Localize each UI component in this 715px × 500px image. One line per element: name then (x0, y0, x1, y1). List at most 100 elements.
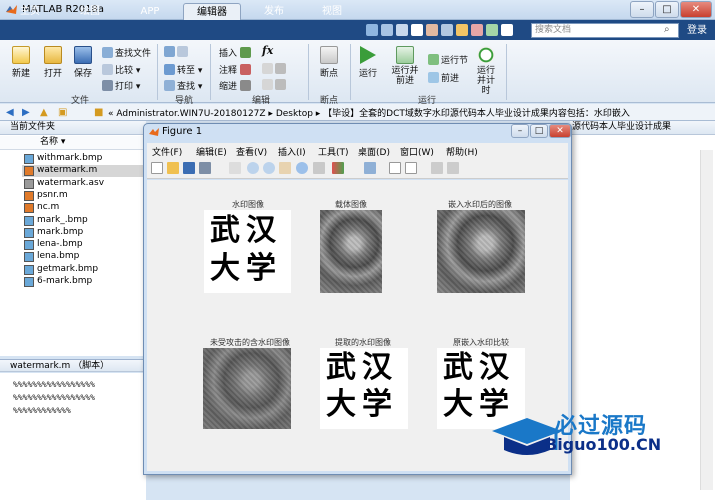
menu-view[interactable]: 查看(V) (236, 145, 267, 158)
browse-folder-icon[interactable]: ▣ (58, 107, 69, 118)
colorbar-icon[interactable] (389, 162, 401, 174)
quick-access-icon[interactable] (396, 24, 408, 36)
menu-window[interactable]: 窗口(W) (400, 145, 434, 158)
command-scrollbar[interactable] (700, 150, 713, 490)
run-advance-button[interactable]: 运行并前进 (388, 46, 422, 86)
file-name[interactable]: getmark.bmp (37, 264, 98, 274)
up-folder-icon[interactable]: ▲ (40, 107, 51, 118)
column-header-name[interactable]: 名称 ▾ (0, 136, 146, 150)
quick-access-icon[interactable] (426, 24, 438, 36)
rotate-3d-icon[interactable] (296, 162, 308, 174)
compare-button[interactable]: 比较 ▾ (102, 63, 140, 76)
edit-extra-button[interactable] (262, 63, 288, 75)
comment-button[interactable]: 注释 (219, 63, 253, 76)
tab-home[interactable]: 主页 (8, 3, 52, 20)
advance-button[interactable]: 前进 (428, 71, 459, 84)
file-name[interactable]: lena.bmp (37, 251, 79, 261)
file-name[interactable]: withmark.bmp (37, 153, 102, 163)
goto-button[interactable]: 转至 ▾ (164, 63, 202, 76)
print-icon (102, 80, 113, 91)
quick-access-icon[interactable] (471, 24, 483, 36)
tab-publish[interactable]: 发布 (250, 3, 298, 20)
menu-file[interactable]: 文件(F) (152, 145, 182, 158)
quick-access-icon[interactable] (456, 24, 468, 36)
quick-access-icon[interactable] (486, 24, 498, 36)
find-button[interactable]: 查找 ▾ (164, 79, 202, 92)
help-icon[interactable] (501, 24, 513, 36)
back-icon[interactable]: ◀ (6, 107, 17, 118)
back-arrow-icon (164, 46, 175, 57)
forward-icon[interactable]: ▶ (22, 107, 33, 118)
link-plot-icon[interactable] (364, 162, 376, 174)
figure-minimize-button[interactable]: – (511, 124, 529, 138)
data-cursor-icon[interactable] (313, 162, 325, 174)
quick-access-icon[interactable] (441, 24, 453, 36)
save-figure-icon[interactable] (183, 162, 195, 174)
quick-access-icon[interactable] (381, 24, 393, 36)
file-name[interactable]: watermark.m (37, 165, 97, 175)
subplot-title: 载体图像 (335, 200, 367, 209)
new-button[interactable]: 新建 (8, 46, 34, 79)
m-file-icon (24, 190, 34, 201)
maximize-button[interactable]: □ (655, 1, 679, 18)
save-button[interactable]: 保存 (70, 46, 96, 79)
tab-plots[interactable]: 绘图 (68, 3, 112, 20)
insert-button[interactable]: 插入 (219, 46, 253, 59)
file-name[interactable]: mark_.bmp (37, 215, 88, 225)
fx-button[interactable]: fx (262, 44, 273, 57)
run-advance-icon (396, 46, 414, 64)
figure-close-button[interactable]: ✕ (549, 124, 571, 138)
menu-desktop[interactable]: 桌面(D) (358, 145, 390, 158)
run-section-button[interactable]: 运行节 (428, 53, 468, 66)
open-file-icon[interactable] (167, 162, 179, 174)
find-files-button[interactable]: 查找文件 (102, 46, 151, 59)
close-button[interactable]: ✕ (680, 1, 712, 18)
indent-button[interactable]: 缩进 (219, 79, 253, 92)
menu-help[interactable]: 帮助(H) (446, 145, 478, 158)
zoom-out-icon[interactable] (263, 162, 275, 174)
watermark-text-bottom: 大学 (210, 251, 282, 286)
search-input[interactable]: 搜索文档 (531, 23, 679, 38)
print-button[interactable]: 打印 ▾ (102, 79, 140, 92)
brush-icon[interactable] (332, 162, 344, 174)
open-label: 打开 (43, 69, 62, 79)
file-name[interactable]: 6-mark.bmp (37, 276, 92, 286)
minimize-button[interactable]: – (630, 1, 654, 18)
tab-editor[interactable]: 编辑器 (183, 3, 241, 20)
quick-access-icon[interactable] (411, 24, 423, 36)
run-time-label: 运行并计时 (476, 66, 495, 96)
edit-plot-icon[interactable] (229, 162, 241, 174)
print-figure-icon[interactable] (199, 162, 211, 174)
ribbon-divider (157, 44, 158, 100)
menu-edit[interactable]: 编辑(E) (196, 145, 227, 158)
menu-tools[interactable]: 工具(T) (318, 145, 349, 158)
file-name[interactable]: mark.bmp (37, 227, 83, 237)
file-name[interactable]: lena-.bmp (37, 239, 83, 249)
run-button[interactable]: 运行 (355, 46, 381, 79)
run-time-button[interactable]: 运行并计时 (474, 46, 498, 96)
new-figure-icon[interactable] (151, 162, 163, 174)
breakpoints-label: 断点 (319, 69, 338, 79)
file-name[interactable]: watermark.asv (37, 178, 104, 188)
zoom-in-icon[interactable] (247, 162, 259, 174)
hide-plot-tools-icon[interactable] (431, 162, 443, 174)
goto-icon (164, 64, 175, 75)
edit-extra-button[interactable] (262, 79, 288, 91)
quick-access-icon[interactable] (366, 24, 378, 36)
file-name[interactable]: nc.m (37, 202, 59, 212)
back-forward-buttons[interactable] (164, 46, 190, 58)
legend-icon[interactable] (405, 162, 417, 174)
open-button[interactable]: 打开 (40, 46, 66, 79)
breakpoints-button[interactable]: 断点 (315, 46, 343, 79)
search-icon[interactable]: ⌕ (664, 24, 678, 37)
tab-view[interactable]: 视图 (308, 3, 356, 20)
menu-insert[interactable]: 插入(I) (278, 145, 306, 158)
login-button[interactable]: 登录 (682, 23, 712, 38)
file-name[interactable]: psnr.m (37, 190, 68, 200)
outdent-icon (275, 79, 286, 90)
address-path[interactable]: « Administrator.WIN7U-20180127Z ▸ Deskto… (108, 106, 630, 119)
show-plot-tools-icon[interactable] (447, 162, 459, 174)
figure-maximize-button[interactable]: □ (530, 124, 548, 138)
pan-icon[interactable] (279, 162, 291, 174)
tab-apps[interactable]: APP (126, 3, 174, 20)
